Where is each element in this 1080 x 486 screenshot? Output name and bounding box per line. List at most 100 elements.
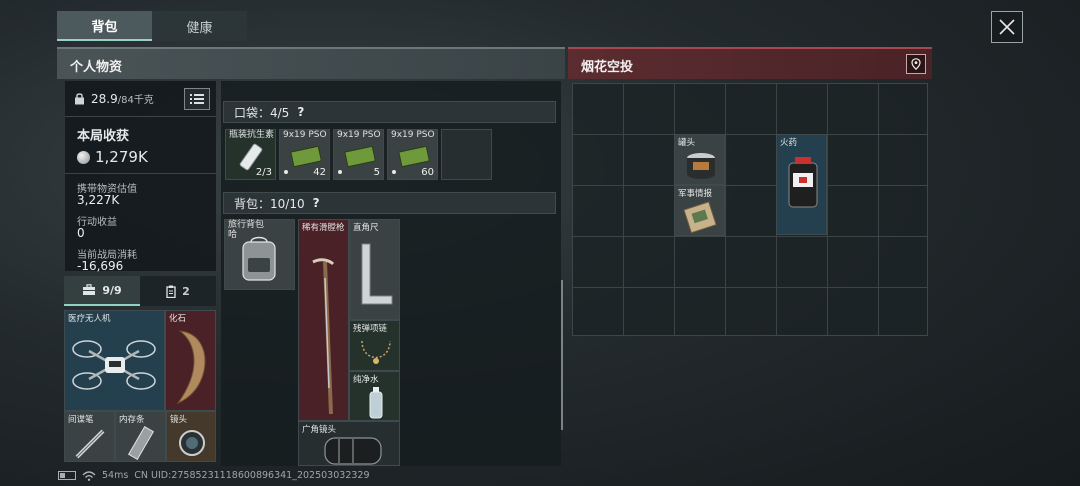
airdrop-item-intel[interactable]: 军事情报 — [674, 185, 725, 236]
item-count: 2/3 — [255, 167, 272, 178]
close-icon — [999, 19, 1015, 35]
coin-icon — [77, 150, 90, 164]
top-tabs: 背包 健康 — [57, 11, 247, 41]
stack-dot — [338, 170, 342, 174]
sort-list-button[interactable] — [184, 88, 210, 110]
pocket-help-icon[interactable]: ? — [297, 105, 304, 119]
item-medical-drone[interactable]: 医疗无人机 — [64, 310, 165, 411]
airdrop-item-can[interactable]: 罐头 — [674, 134, 725, 185]
item-name: 内存条 — [119, 415, 145, 425]
musket-icon — [312, 258, 335, 415]
item-name: 直角尺 — [353, 223, 379, 233]
item-name: 9x19 PSO — [337, 130, 381, 140]
item-name: 罐头 — [678, 138, 696, 148]
grid-line — [573, 287, 927, 288]
stats-panel: 28.9/84千克 本局收获 1,279K 携带物资估值 3,227K 行动收益… — [65, 81, 216, 273]
necklace-icon — [361, 340, 391, 364]
close-button[interactable] — [991, 11, 1023, 43]
ammo-box-icon — [344, 146, 376, 168]
item-count: 42 — [313, 167, 326, 178]
pen-icon — [75, 429, 105, 459]
item-lens[interactable]: 镜头 — [166, 411, 216, 462]
item-spy-pen[interactable]: 间谍笔 — [64, 411, 115, 462]
item-pure-water[interactable]: 纯净水 — [349, 371, 400, 421]
pocket-slot-empty[interactable] — [441, 129, 492, 180]
card-case-count: 2 — [182, 284, 190, 298]
item-name: 9x19 PSO — [283, 130, 327, 140]
backpack-help-icon[interactable]: ? — [313, 196, 320, 210]
drone-icon — [72, 340, 156, 390]
intel-document-icon — [683, 201, 717, 234]
grid-line — [827, 84, 828, 335]
item-name: 军事情报 — [678, 189, 713, 199]
item-count: 5 — [373, 167, 380, 178]
airdrop-title: 烟花空投 — [581, 60, 634, 75]
ping-value: 54ms — [102, 470, 129, 481]
camera-lens-icon — [324, 437, 382, 465]
lens-icon — [179, 430, 205, 456]
item-name: 医疗无人机 — [68, 314, 111, 324]
battery-icon — [58, 471, 76, 480]
gunpowder-can-icon — [788, 157, 818, 208]
item-wide-angle-lens[interactable]: 广角镜头 — [298, 421, 400, 466]
lock-icon — [75, 93, 84, 105]
item-name: 火药 — [780, 138, 798, 148]
location-pin-icon — [911, 58, 921, 70]
item-count: 60 — [421, 167, 434, 178]
airdrop-item-gunpowder[interactable]: 火药 — [776, 134, 827, 235]
pocket-slot-ammo-3[interactable]: 9x19 PSO 60 — [387, 129, 438, 180]
stats-divider — [65, 173, 216, 174]
item-name: 镜头 — [170, 415, 188, 425]
grid-line — [878, 84, 879, 335]
ammo-box-icon — [398, 146, 430, 168]
grid-line — [573, 185, 927, 186]
item-name: 化石 — [169, 314, 187, 324]
item-shell-necklace[interactable]: 残弹项链 — [349, 320, 400, 371]
container-tabs: 9/9 2 — [64, 276, 216, 306]
backpack-bar: 背包：10/10 ? — [223, 192, 556, 214]
tab-card-case[interactable]: 2 — [140, 276, 216, 306]
action-income-value: 0 — [77, 226, 85, 240]
personal-supplies-header: 个人物资 — [57, 47, 565, 79]
briefcase-icon — [83, 284, 96, 295]
grid-line — [573, 134, 927, 135]
item-memory-stick[interactable]: 内存条 — [115, 411, 166, 462]
clipboard-icon — [166, 285, 176, 298]
tab-health[interactable]: 健康 — [152, 11, 247, 41]
harvest-value: 1,279K — [95, 148, 148, 166]
weight-readout: 28.9/84千克 — [74, 91, 154, 106]
weight-max: /84千克 — [117, 95, 154, 106]
item-name: 瓶装抗生素 — [229, 130, 275, 140]
tab-backpack[interactable]: 背包 — [57, 11, 152, 41]
item-square-ruler[interactable]: 直角尺 — [349, 219, 400, 320]
grid-line — [573, 236, 927, 237]
pocket-bar: 口袋：4/5 ? — [223, 101, 556, 123]
map-pin-button[interactable] — [906, 54, 926, 74]
ruler-icon — [361, 243, 393, 305]
carry-value: 3,227K — [77, 193, 120, 207]
stack-dot — [392, 170, 396, 174]
inventory-scrollbar[interactable] — [561, 280, 563, 430]
safebox-count: 9/9 — [102, 283, 122, 297]
backpack-icon — [242, 236, 276, 281]
backpack-container[interactable]: 旅行背包 哈 — [224, 219, 295, 290]
pocket-slot-antibiotic[interactable]: 瓶装抗生素 2/3 — [225, 129, 276, 180]
water-bottle-icon — [369, 387, 383, 419]
item-fossil[interactable]: 化石 — [165, 310, 216, 411]
uid-text: CN UID:2758523111860089634​1_20250303232… — [134, 470, 370, 481]
match-cost-value: -16,696 — [77, 259, 124, 273]
item-name: 间谍笔 — [68, 415, 94, 425]
tab-safebox[interactable]: 9/9 — [64, 276, 140, 306]
item-name: 稀有滑膛枪 — [302, 223, 345, 233]
weight-value: 28.9 — [91, 92, 118, 106]
tin-can-icon — [687, 153, 715, 179]
grid-line — [725, 84, 726, 335]
item-name: 9x19 PSO — [391, 130, 435, 140]
grid-line — [623, 84, 624, 335]
stack-dot — [284, 170, 288, 174]
backpack-label: 背包：10/10 — [234, 196, 305, 211]
status-bar: 54ms CN UID:2758523111860089634​1_202503… — [58, 470, 370, 481]
pocket-slot-ammo-1[interactable]: 9x19 PSO 42 — [279, 129, 330, 180]
pocket-slot-ammo-2[interactable]: 9x19 PSO 5 — [333, 129, 384, 180]
item-rare-musket[interactable]: 稀有滑膛枪 — [298, 219, 349, 421]
